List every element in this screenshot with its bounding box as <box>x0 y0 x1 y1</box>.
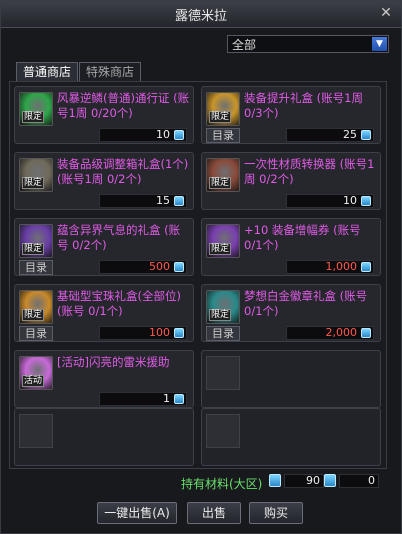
empty-slot <box>201 350 381 408</box>
item-name: [活动]闪亮的雷米援助 <box>57 355 170 369</box>
shop-item[interactable]: 限定 装备品级调整箱礼盒(1个)(账号1周 0/2个) 15 <box>14 152 194 210</box>
material-coin-icon <box>361 130 371 140</box>
item-price: 1,000 <box>286 260 374 274</box>
sell-button[interactable]: 出售 <box>187 502 241 524</box>
owned-second-count: 0 <box>339 474 379 488</box>
empty-slot-icon <box>206 414 240 448</box>
shop-item[interactable]: 限定 装备提升礼盒 (账号1周 0/3个) 目录 25 <box>201 86 381 144</box>
tab-normal-shop[interactable]: 普通商店 <box>16 62 78 81</box>
shop-item[interactable]: 限定 +10 装备增幅券 (账号 0/1个) 1,000 <box>201 218 381 276</box>
item-name: 蕴含异界气息的礼盒 (账号 0/2个) <box>57 223 181 252</box>
item-name: +10 装备增幅券 (账号 0/1个) <box>244 223 361 252</box>
item-price-value: 25 <box>343 128 357 141</box>
sell-all-button[interactable]: 一键出售(A) <box>97 502 177 524</box>
buy-button[interactable]: 购买 <box>249 502 303 524</box>
item-list: 限定 风暴逆鳞(普通)通行证 (账号1周 0/20个) 10 限定 装备提升礼盒 (账号… <box>9 81 387 469</box>
item-price: 15 <box>99 194 187 208</box>
item-name: 装备提升礼盒 (账号1周 0/3个) <box>244 91 363 120</box>
shop-item[interactable]: 限定 基础型宝珠礼盒(全部位) (账号 0/1个) 目录 100 <box>14 284 194 342</box>
orb-gift-box-icon[interactable]: 限定 <box>19 290 53 324</box>
shop-item[interactable]: 限定 一次性材质转换器 (账号1周 0/2个) 10 <box>201 152 381 210</box>
catalog-button[interactable]: 目录 <box>19 260 53 275</box>
shop-item[interactable]: 限定 梦想白金徽章礼盒 (账号 0/1个) 目录 2,000 <box>201 284 381 342</box>
item-price: 2,000 <box>286 326 374 340</box>
item-price: 25 <box>286 128 374 142</box>
material-coin-icon <box>174 262 184 272</box>
material-coin-icon <box>174 394 184 404</box>
material-coin-icon <box>361 328 371 338</box>
limit-tag: 限定 <box>209 111 232 123</box>
item-price-value: 10 <box>343 194 357 207</box>
item-price-value: 1,000 <box>325 260 358 273</box>
dragon-scale-icon[interactable]: 限定 <box>19 92 53 126</box>
item-price-value: 15 <box>156 194 170 207</box>
limit-tag: 活动 <box>22 375 45 387</box>
shop-window: 露德米拉 ✕ 全部 ▼ 普通商店 特殊商店 限定 风暴逆鳞(普通)通行证 (账号1… <box>0 0 402 534</box>
catalog-button[interactable]: 目录 <box>206 326 240 341</box>
remy-aid-icon[interactable]: 活动 <box>19 356 53 390</box>
material-coin-icon <box>174 130 184 140</box>
platinum-emblem-box-icon[interactable]: 限定 <box>206 290 240 324</box>
material-coin-icon <box>269 474 281 487</box>
material-converter-icon[interactable]: 限定 <box>206 158 240 192</box>
title-bar[interactable]: 露德米拉 ✕ <box>1 1 401 28</box>
window-title: 露德米拉 <box>174 9 227 24</box>
material-coin-icon <box>324 474 336 487</box>
equipment-box-icon[interactable]: 限定 <box>19 158 53 192</box>
limit-tag: 限定 <box>22 111 45 123</box>
item-name: 梦想白金徽章礼盒 (账号 0/1个) <box>244 289 368 318</box>
item-price-value: 500 <box>149 260 170 273</box>
limit-tag: 限定 <box>209 309 232 321</box>
item-name: 风暴逆鳞(普通)通行证 (账号1周 0/20个) <box>57 91 190 120</box>
shop-item[interactable]: 限定 风暴逆鳞(普通)通行证 (账号1周 0/20个) 10 <box>14 86 194 144</box>
item-price-value: 10 <box>156 128 170 141</box>
category-filter-value: 全部 <box>232 38 257 52</box>
gold-gift-box-icon[interactable]: 限定 <box>206 92 240 126</box>
item-price: 10 <box>99 128 187 142</box>
item-name: 基础型宝珠礼盒(全部位) (账号 0/1个) <box>57 289 181 318</box>
item-price: 10 <box>286 194 374 208</box>
chevron-down-icon[interactable]: ▼ <box>372 37 387 51</box>
item-price: 1 <box>99 392 187 406</box>
item-price-value: 2,000 <box>325 326 358 339</box>
owned-material-count: 90 <box>284 474 324 488</box>
material-coin-icon <box>361 262 371 272</box>
category-filter-dropdown[interactable]: 全部 ▼ <box>227 35 389 53</box>
limit-tag: 限定 <box>22 177 45 189</box>
material-coin-icon <box>361 196 371 206</box>
limit-tag: 限定 <box>22 243 45 255</box>
item-price-value: 1 <box>163 392 170 405</box>
limit-tag: 限定 <box>22 309 45 321</box>
close-icon[interactable]: ✕ <box>377 4 395 22</box>
material-coin-icon <box>174 196 184 206</box>
empty-slot <box>201 408 381 466</box>
catalog-button[interactable]: 目录 <box>19 326 53 341</box>
empty-slot <box>14 408 194 466</box>
tab-special-shop[interactable]: 特殊商店 <box>79 62 141 81</box>
material-coin-icon <box>174 328 184 338</box>
empty-slot-icon <box>19 414 53 448</box>
otherworld-gift-box-icon[interactable]: 限定 <box>19 224 53 258</box>
amplify-ticket-icon[interactable]: 限定 <box>206 224 240 258</box>
item-price: 100 <box>99 326 187 340</box>
shop-item[interactable]: 活动 [活动]闪亮的雷米援助 1 <box>14 350 194 408</box>
item-name: 装备品级调整箱礼盒(1个)(账号1周 0/2个) <box>57 157 189 186</box>
item-price-value: 100 <box>149 326 170 339</box>
limit-tag: 限定 <box>209 243 232 255</box>
shop-item[interactable]: 限定 蕴含异界气息的礼盒 (账号 0/2个) 目录 500 <box>14 218 194 276</box>
item-price: 500 <box>99 260 187 274</box>
limit-tag: 限定 <box>209 177 232 189</box>
catalog-button[interactable]: 目录 <box>206 128 240 143</box>
owned-material-label: 持有材料(大区) <box>181 477 263 491</box>
empty-slot-icon <box>206 356 240 390</box>
item-name: 一次性材质转换器 (账号1周 0/2个) <box>244 157 375 186</box>
